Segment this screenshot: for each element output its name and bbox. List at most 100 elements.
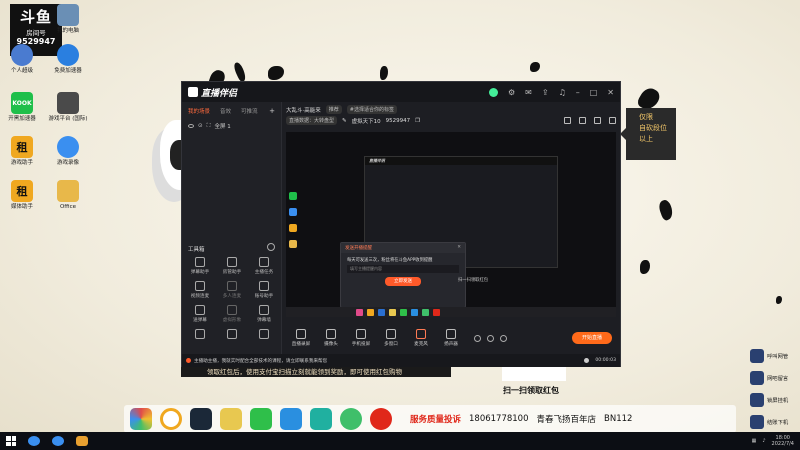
status-bar: 主播助主播，我就实时配合全部技术的课程，请立即联系我来帮您 00:00:03 <box>182 354 620 367</box>
microphone-icon <box>416 329 426 339</box>
doodle <box>380 66 388 80</box>
tool-send-danmu[interactable]: 送弹幕 <box>184 305 216 323</box>
qq-icon[interactable] <box>280 408 302 430</box>
wechat-icon[interactable] <box>250 408 272 430</box>
desktop-icon-my-computer[interactable]: 我的电脑 <box>46 4 90 34</box>
preview-app-icon <box>400 308 407 316</box>
minimize-icon[interactable]: – <box>576 88 580 97</box>
tool-danmu-helper[interactable]: 弹幕助手 <box>184 257 216 275</box>
phone-icon <box>356 329 366 339</box>
tab-sound[interactable]: 音效 <box>220 107 231 115</box>
gift-icon[interactable] <box>564 117 571 124</box>
info-toolbar <box>564 117 616 124</box>
screen-record-button[interactable]: 直播录屏 <box>286 329 316 347</box>
tab-my-scenes[interactable]: 我的场景 <box>188 107 210 115</box>
avatar[interactable] <box>488 87 498 97</box>
speaker-icon <box>446 329 456 339</box>
tool-danmu-wall[interactable]: 弹幕墙 <box>248 305 280 323</box>
game-g-icon[interactable] <box>160 408 182 430</box>
desktop-icon-game-helper[interactable]: 租 游戏助手 <box>0 136 44 166</box>
network-icon[interactable]: ▦ <box>752 438 757 444</box>
eye-icon[interactable] <box>188 124 194 128</box>
checkout-button[interactable]: 结账下机 <box>750 411 800 433</box>
message-button[interactable]: 网吧留言 <box>750 367 800 389</box>
phone-cast-button[interactable]: 手机投屏 <box>346 329 376 347</box>
lock-icon[interactable]: ⊙ <box>198 123 203 129</box>
netease-music-icon[interactable] <box>370 408 392 430</box>
doodle <box>776 296 782 304</box>
music-app-icon[interactable] <box>340 408 362 430</box>
volume-icon[interactable]: ♪ <box>762 438 765 444</box>
status-message: 主播助主播，我就实时配合全部技术的课程，请立即联系我来帮您 <box>194 358 328 364</box>
complaint-phone: 18061778100 <box>469 414 529 424</box>
scene-item[interactable]: ⊙ ⛶ 全屏 1 <box>182 120 281 132</box>
category-pill[interactable]: 推荐 <box>325 105 342 114</box>
close-icon[interactable]: ✕ <box>607 88 614 97</box>
tool-video-link[interactable]: 视频连麦 <box>184 281 216 299</box>
chat-icon[interactable] <box>579 117 586 124</box>
multi-link-icon <box>227 281 237 291</box>
photos-app-icon[interactable] <box>130 408 152 430</box>
service-ad: 服务质量投诉 18061778100 青春飞扬百年店 BN112 <box>410 413 632 425</box>
desktop-icon-game-platform[interactable]: 游戏平台 (国际) <box>46 92 90 122</box>
speaker-button[interactable]: 扬声器 <box>436 329 466 347</box>
lock-screen-button[interactable]: 锁屏挂机 <box>750 389 800 411</box>
streaming-app-taskbar-icon[interactable] <box>76 436 88 446</box>
maximize-icon[interactable]: □ <box>590 88 598 97</box>
steam-icon[interactable] <box>190 408 212 430</box>
popup-send-button[interactable]: 立即发送 <box>385 277 421 286</box>
calendar-icon[interactable] <box>594 117 601 124</box>
tool-multi-link[interactable]: 多人连麦 <box>216 281 248 299</box>
share-icon[interactable]: ⇪ <box>542 88 549 97</box>
desktop-icon-kook[interactable]: KOOK 开黑加速器 <box>0 92 44 122</box>
cloud-icon[interactable] <box>28 436 40 446</box>
mail-icon[interactable]: ✉ <box>525 88 532 97</box>
game-platform-icon <box>57 92 79 114</box>
tool-account-helper[interactable]: 账号助手 <box>248 281 280 299</box>
stream-title[interactable]: 大乱斗·高能来 <box>286 106 321 114</box>
tool-extra-2[interactable] <box>216 329 248 341</box>
camera-button[interactable]: 摄像头 <box>316 329 346 347</box>
tool-room-manager[interactable]: 房管助手 <box>216 257 248 275</box>
desktop-icon-personal[interactable]: 个人超级 <box>0 44 44 74</box>
game-app-icon[interactable] <box>220 408 242 430</box>
add-scene-icon[interactable]: + <box>269 107 275 115</box>
record-icon[interactable] <box>474 334 481 342</box>
tab-stream[interactable]: 可推流 <box>241 107 258 115</box>
tag-pill[interactable]: #选择适合你的标签 <box>346 105 397 114</box>
cloud-icon[interactable] <box>52 436 64 446</box>
settings-icon[interactable]: ⚙ <box>508 88 515 97</box>
desktop-icon-office[interactable]: Office <box>46 180 90 210</box>
desktop-icon-accelerator[interactable]: 免费加速器 <box>46 44 90 74</box>
send-danmu-icon <box>195 305 205 315</box>
doodle <box>232 61 248 83</box>
popup-close-icon[interactable]: ✕ <box>457 245 461 251</box>
popup-input[interactable]: 填写主播提醒内容 <box>347 265 459 273</box>
stream-info-row-2: 直播数据：大转盘型 ✎ 虚拟天下10 9529947 ❐ <box>286 115 616 126</box>
start-live-button[interactable]: 开始直播 <box>572 332 612 344</box>
settings-icon[interactable] <box>500 334 507 342</box>
desktop-icon-game-record[interactable]: 游戏录像 <box>46 136 90 166</box>
app-dock: 服务质量投诉 18061778100 青春飞扬百年店 BN112 <box>124 405 736 433</box>
clock[interactable]: 18:00 2022/7/4 <box>772 435 794 447</box>
tool-avatar[interactable]: 虚拟形象 <box>216 305 248 323</box>
desktop-icon-media-helper[interactable]: 租 媒体助手 <box>0 180 44 210</box>
bell-icon[interactable]: ♫ <box>559 88 566 97</box>
eye-icon[interactable] <box>487 334 494 342</box>
start-icon[interactable] <box>6 436 16 446</box>
toolbox-settings-icon[interactable] <box>267 243 275 251</box>
tool-extra-1[interactable] <box>184 329 216 341</box>
record-icon <box>195 329 205 339</box>
video-app-icon[interactable] <box>310 408 332 430</box>
call-admin-button[interactable]: 呼叫网管 <box>750 345 800 367</box>
scene-panel: 我的场景 音效 可推流 + ⊙ ⛶ 全屏 1 工具箱 弹幕助手 房管助手 主播任… <box>182 102 282 354</box>
tool-anchor-task[interactable]: 主播任务 <box>248 257 280 275</box>
multi-window-button[interactable]: 多窗口 <box>376 329 406 347</box>
edit-icon[interactable]: ✎ <box>342 118 347 124</box>
microphone-button[interactable]: 麦克风 <box>406 329 436 347</box>
copy-icon[interactable]: ❐ <box>415 118 420 124</box>
live-timer: 00:00:03 <box>595 358 616 363</box>
tool-extra-3[interactable] <box>248 329 280 341</box>
platform-pill[interactable]: 直播数据：大转盘型 <box>286 116 338 125</box>
share-icon[interactable] <box>609 117 616 124</box>
